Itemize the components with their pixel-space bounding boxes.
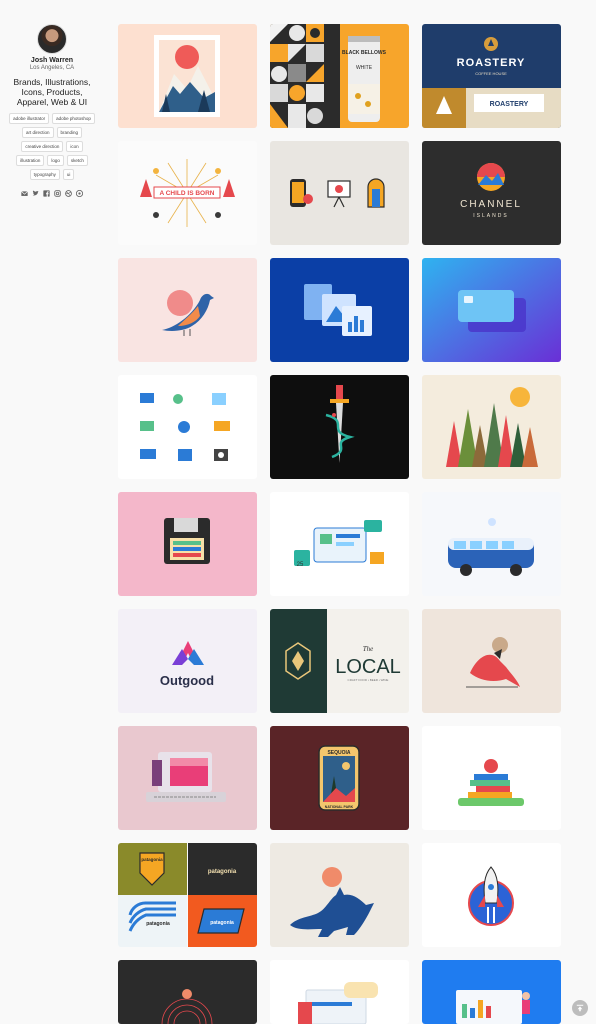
arrow-up-icon xyxy=(576,1004,584,1012)
patagonia-text-4: patagonia xyxy=(210,920,234,926)
tag-typography[interactable]: typography xyxy=(29,169,60,180)
tag-sketch[interactable]: sketch xyxy=(66,155,88,166)
shot-outgood-logo[interactable]: Outgood xyxy=(118,609,257,713)
skill-tags: adobe illustrator adobe photoshop art di… xyxy=(8,113,96,180)
shot-bluebird[interactable] xyxy=(118,258,257,362)
banner-text: A CHILD IS BORN xyxy=(159,190,214,197)
islands-text: ISLANDS xyxy=(473,213,508,219)
can-sub: WHITE xyxy=(356,65,373,71)
behance-icon[interactable] xyxy=(76,190,83,197)
calendar-date: 25 xyxy=(297,562,304,568)
profile-tagline: Brands, Illustrations, Icons, Products, … xyxy=(13,77,91,107)
shot-patagonia-badges[interactable]: patagonia patagonia patagonia patagonia xyxy=(118,843,257,947)
tag-adobe-photoshop[interactable]: adobe photoshop xyxy=(52,113,95,124)
shot-forest-sun[interactable] xyxy=(422,375,561,479)
the-text: The xyxy=(363,645,374,653)
tag-logo[interactable]: logo xyxy=(47,155,64,166)
shot-wolf[interactable] xyxy=(270,843,409,947)
shot-rocket-badge[interactable] xyxy=(422,843,561,947)
dribbble-icon[interactable] xyxy=(65,190,72,197)
portfolio-page: Josh Warren Los Angeles, CA Brands, Illu… xyxy=(0,0,596,1024)
sequoia-text: SEQUOIA xyxy=(327,750,350,756)
outgood-wordmark: Outgood xyxy=(160,673,214,688)
shot-mountain-print[interactable] xyxy=(118,24,257,128)
shot-the-local[interactable]: The LOCAL CRAFT FOOD • BEER • WINE xyxy=(270,609,409,713)
shot-dagger-snake[interactable] xyxy=(270,375,409,479)
roastery-sub: COFFEE HOUSE xyxy=(475,71,507,76)
tag-illustration[interactable]: illustration xyxy=(16,155,45,166)
shot-credit-cards[interactable] xyxy=(422,258,561,362)
shot-floppy-disk[interactable] xyxy=(118,492,257,596)
patagonia-text-2: patagonia xyxy=(208,869,237,875)
mail-icon[interactable] xyxy=(21,190,28,197)
roastery-card-text: ROASTERY xyxy=(490,101,529,108)
shot-roastery-branding[interactable]: ROASTERY COFFEE HOUSE ROASTERY xyxy=(422,24,561,128)
shot-icon-set[interactable] xyxy=(118,375,257,479)
scroll-to-top-button[interactable] xyxy=(572,1000,588,1016)
facebook-icon[interactable] xyxy=(43,190,50,197)
tag-ui[interactable]: ui xyxy=(62,169,75,180)
shot-black-bellows-can[interactable]: BLACK BELLOWS WHITE xyxy=(270,24,409,128)
shot-dark-sunrise[interactable] xyxy=(118,960,257,1024)
patagonia-text-3: patagonia xyxy=(146,921,170,927)
shot-web-ui-illustration[interactable] xyxy=(270,960,409,1024)
shot-child-is-born[interactable]: A CHILD IS BORN xyxy=(118,141,257,245)
profile-sidebar: Josh Warren Los Angeles, CA Brands, Illu… xyxy=(8,24,96,197)
channel-text: CHANNEL xyxy=(460,199,522,210)
twitter-icon[interactable] xyxy=(32,190,39,197)
tag-adobe-illustrator[interactable]: adobe illustrator xyxy=(9,113,50,124)
avatar[interactable] xyxy=(37,24,67,54)
profile-name[interactable]: Josh Warren xyxy=(8,57,96,64)
shot-dashboard-illustration[interactable]: 25 xyxy=(270,492,409,596)
tag-art-direction[interactable]: art direction xyxy=(21,127,54,138)
can-brand: BLACK BELLOWS xyxy=(342,50,387,56)
shot-retro-computer[interactable] xyxy=(118,726,257,830)
patagonia-text-1: patagonia xyxy=(141,857,163,862)
profile-location: Los Angeles, CA xyxy=(29,65,75,71)
local-sub: CRAFT FOOD • BEER • WINE xyxy=(348,678,389,682)
shot-photo-gallery-icon[interactable] xyxy=(270,258,409,362)
shot-analytics-illustration[interactable] xyxy=(422,960,561,1024)
shot-cardinal[interactable] xyxy=(422,609,561,713)
tag-branding[interactable]: branding xyxy=(56,127,83,138)
instagram-icon[interactable] xyxy=(54,190,61,197)
local-text: LOCAL xyxy=(335,656,401,678)
roastery-title: ROASTERY xyxy=(457,57,526,69)
shot-channel-islands[interactable]: CHANNEL ISLANDS xyxy=(422,141,561,245)
social-links xyxy=(8,190,96,197)
national-park-text: NATIONAL PARK xyxy=(325,805,354,809)
tag-creative-direction[interactable]: creative direction xyxy=(21,141,64,152)
tag-icon[interactable]: icon xyxy=(66,141,83,152)
shot-icon-trio[interactable] xyxy=(270,141,409,245)
shot-sequoia-badge[interactable]: SEQUOIA NATIONAL PARK xyxy=(270,726,409,830)
shot-books-apple[interactable] xyxy=(422,726,561,830)
shot-vw-bus[interactable] xyxy=(422,492,561,596)
